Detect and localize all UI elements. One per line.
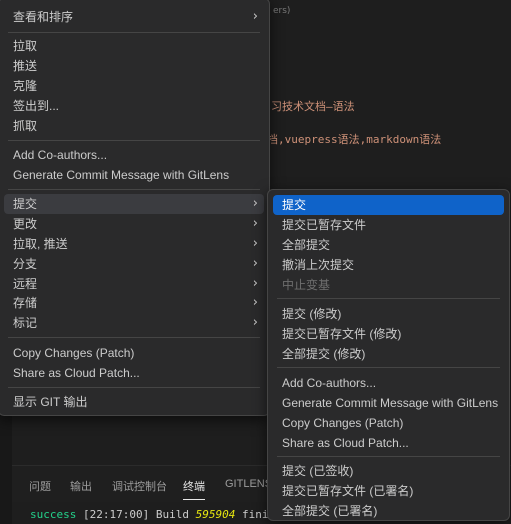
submenu-item-commit-all-signed-off[interactable]: 全部提交 (已署名) — [273, 501, 504, 521]
menu-separator — [8, 189, 260, 190]
chevron-right-icon: › — [252, 216, 258, 231]
menu-item-clone[interactable]: 克隆 — [4, 76, 264, 96]
menu-separator — [8, 140, 260, 141]
menu-separator — [277, 298, 500, 299]
submenu-item-commit-staged[interactable]: 提交已暂存文件 — [273, 215, 504, 235]
source-control-context-menu: 查看和排序 › 拉取 推送 克隆 签出到... 抓取 Add Co-author… — [0, 0, 270, 416]
menu-item-label: 分支 — [13, 257, 38, 271]
submenu-item-share-cloud-patch[interactable]: Share as Cloud Patch... — [273, 433, 504, 453]
menu-item-fetch[interactable]: 抓取 — [4, 116, 264, 136]
chevron-right-icon: › — [252, 256, 258, 271]
submenu-item-commit-staged-amend[interactable]: 提交已暂存文件 (修改) — [273, 324, 504, 344]
menu-item-share-cloud-patch[interactable]: Share as Cloud Patch... — [4, 363, 264, 383]
chevron-right-icon: › — [252, 9, 258, 24]
submenu-item-commit-all[interactable]: 全部提交 — [273, 235, 504, 255]
menu-separator — [8, 32, 260, 33]
tab-gitlens[interactable]: GITLENS — [225, 478, 272, 490]
menu-separator — [277, 456, 500, 457]
menu-item-generate-commit-message[interactable]: Generate Commit Message with GitLens — [4, 165, 264, 185]
menu-item-copy-changes-patch[interactable]: Copy Changes (Patch) — [4, 343, 264, 363]
commit-submenu: 提交 提交已暂存文件 全部提交 撤消上次提交 中止变基 提交 (修改) 提交已暂… — [267, 189, 510, 521]
menu-item-pull[interactable]: 拉取 — [4, 36, 264, 56]
menu-item-branch[interactable]: 分支 › — [4, 254, 264, 274]
submenu-item-copy-changes-patch[interactable]: Copy Changes (Patch) — [273, 413, 504, 433]
menu-item-view-sort[interactable]: 查看和排序 › — [4, 7, 264, 27]
menu-item-stash[interactable]: 存储 › — [4, 293, 264, 313]
menu-item-label: 远程 — [13, 277, 38, 291]
submenu-item-abort-rebase: 中止变基 — [282, 278, 331, 292]
menu-item-label: 拉取, 推送 — [13, 237, 68, 251]
chevron-right-icon: › — [252, 196, 258, 211]
terminal-text: Build — [155, 508, 189, 521]
tab-problems[interactable]: 问题 — [29, 478, 51, 494]
submenu-item-commit-signed-off[interactable]: 提交 (已签收) — [273, 461, 504, 481]
terminal-build-id: 595904 — [195, 508, 236, 521]
submenu-item-commit-staged-signed-off[interactable]: 提交已暂存文件 (已署名) — [273, 481, 504, 501]
menu-item-remote[interactable]: 远程 › — [4, 274, 264, 294]
menu-item-changes[interactable]: 更改 › — [4, 214, 264, 234]
menu-item-checkout[interactable]: 签出到... — [4, 96, 264, 116]
editor-text-line: 习技术文档—语法 — [271, 100, 355, 113]
menu-item-add-co-authors[interactable]: Add Co-authors... — [4, 145, 264, 165]
menu-item-tags[interactable]: 标记 › — [4, 313, 264, 333]
chevron-right-icon: › — [252, 295, 258, 310]
submenu-item-commit-amend[interactable]: 提交 (修改) — [273, 304, 504, 324]
menu-separator — [8, 337, 260, 338]
menu-separator — [277, 367, 500, 368]
menu-item-label: 更改 — [13, 217, 38, 231]
editor-text-line: ers) — [273, 6, 291, 16]
chevron-right-icon: › — [252, 315, 258, 330]
chevron-right-icon: › — [252, 236, 258, 251]
editor-text-line: 档,vuepress语法,markdown语法 — [267, 133, 442, 146]
tab-terminal[interactable]: 终端 — [183, 478, 205, 500]
menu-item-commit[interactable]: 提交 › — [4, 194, 264, 214]
menu-item-push[interactable]: 推送 — [4, 56, 264, 76]
menu-item-label: 标记 — [13, 316, 38, 330]
submenu-item-commit[interactable]: 提交 — [273, 195, 504, 215]
menu-item-pull-push[interactable]: 拉取, 推送 › — [4, 234, 264, 254]
submenu-item-commit-all-amend[interactable]: 全部提交 (修改) — [273, 344, 504, 364]
terminal-status: success — [30, 508, 77, 521]
chevron-right-icon: › — [252, 276, 258, 291]
menu-separator — [8, 387, 260, 388]
tab-output[interactable]: 输出 — [70, 478, 92, 494]
menu-item-show-git-output[interactable]: 显示 GIT 输出 — [4, 392, 264, 412]
submenu-item-generate-commit-message[interactable]: Generate Commit Message with GitLens — [273, 393, 504, 413]
menu-item-label: 查看和排序 — [13, 10, 74, 24]
tab-debug-console[interactable]: 调试控制台 — [112, 478, 167, 494]
terminal-timestamp: [22:17:00] — [82, 508, 150, 521]
submenu-item-add-co-authors[interactable]: Add Co-authors... — [273, 373, 504, 393]
submenu-item-undo-last-commit[interactable]: 撤消上次提交 — [273, 255, 504, 275]
terminal-output-line: success [22:17:00] Build 595904 finish — [30, 508, 282, 521]
menu-item-label: 存储 — [13, 296, 38, 310]
menu-item-label: 提交 — [13, 197, 38, 211]
